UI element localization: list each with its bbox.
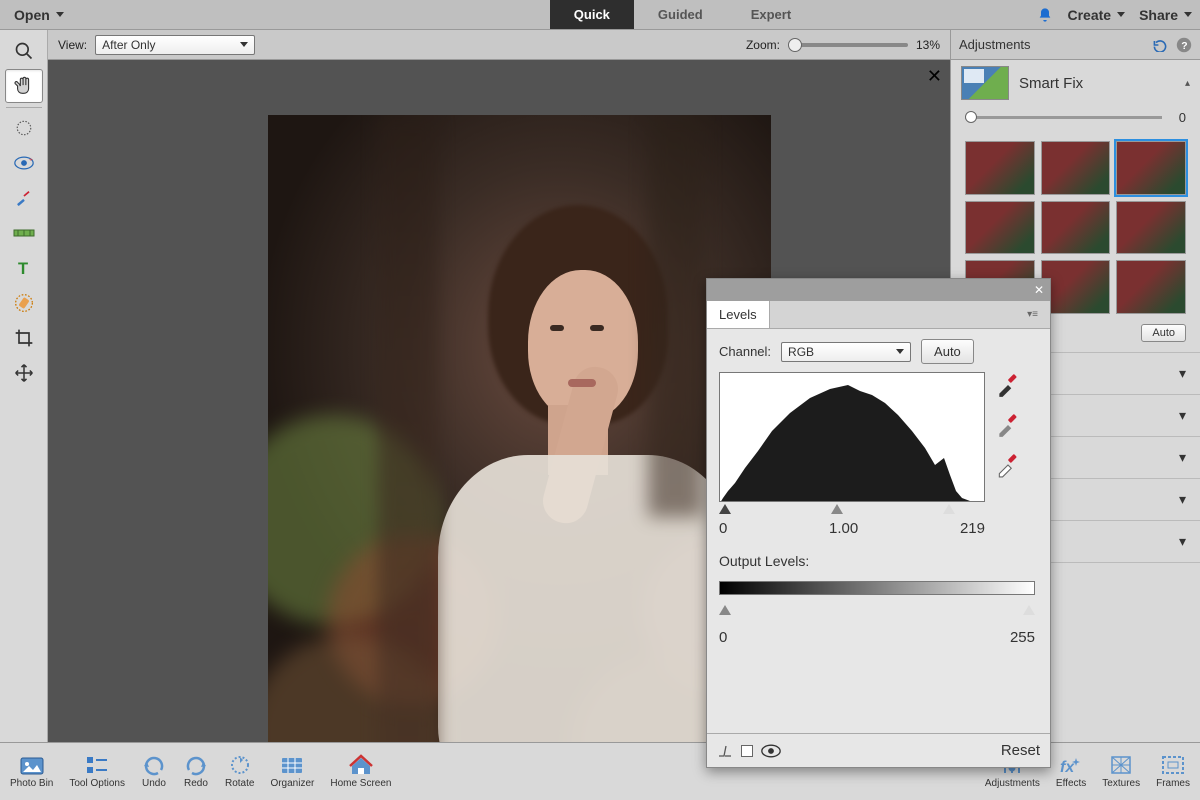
- channel-combo[interactable]: RGB: [781, 342, 911, 362]
- tab-expert[interactable]: Expert: [727, 0, 815, 29]
- top-menubar: Open Quick Guided Expert Create Share: [0, 0, 1200, 30]
- channel-label: Channel:: [719, 344, 771, 359]
- move-tool[interactable]: [5, 356, 43, 390]
- tool-palette: + T: [0, 30, 48, 742]
- smartfix-auto-button[interactable]: Auto: [1141, 324, 1186, 342]
- zoom-slider[interactable]: [788, 43, 908, 47]
- straighten-tool[interactable]: [5, 216, 43, 250]
- preset-thumb[interactable]: [1041, 201, 1111, 255]
- share-button[interactable]: Share: [1139, 7, 1192, 23]
- undo-button[interactable]: Undo: [141, 754, 167, 789]
- histogram: [719, 372, 985, 502]
- preset-thumb[interactable]: [965, 141, 1035, 195]
- view-label: View:: [58, 38, 87, 52]
- whiten-tool[interactable]: [5, 181, 43, 215]
- frames-button[interactable]: Frames: [1156, 754, 1190, 789]
- preset-thumb[interactable]: [965, 201, 1035, 255]
- smartfix-value: 0: [1172, 110, 1186, 125]
- svg-text:fx: fx: [1060, 759, 1075, 776]
- output-gradient: [719, 581, 1035, 595]
- tab-guided[interactable]: Guided: [634, 0, 727, 29]
- eyedropper-gray-icon[interactable]: [995, 412, 1021, 438]
- adjustments-title: Adjustments: [959, 37, 1031, 52]
- tooloptions-button[interactable]: Tool Options: [69, 754, 125, 789]
- reset-button[interactable]: Reset: [1001, 742, 1040, 759]
- photobin-button[interactable]: Photo Bin: [10, 754, 53, 789]
- rotate-button[interactable]: Rotate: [225, 754, 254, 789]
- gamma-handle[interactable]: [831, 504, 843, 514]
- homescreen-button[interactable]: Home Screen: [330, 754, 391, 789]
- black-point-handle[interactable]: [719, 504, 731, 514]
- eye-icon[interactable]: [761, 744, 781, 758]
- input-black-value[interactable]: 0: [719, 520, 727, 537]
- chevron-up-icon: ▴: [1185, 78, 1190, 89]
- redo-button[interactable]: Redo: [183, 754, 209, 789]
- textures-button[interactable]: Textures: [1102, 754, 1140, 789]
- options-bar: View: After Only Zoom: 13%: [48, 30, 950, 60]
- close-icon[interactable]: ✕: [927, 66, 942, 87]
- eyedropper-white-icon[interactable]: [995, 452, 1021, 478]
- chevron-down-icon: [240, 42, 248, 47]
- input-gamma-value[interactable]: 1.00: [829, 520, 858, 537]
- spot-heal-tool[interactable]: [5, 286, 43, 320]
- help-icon[interactable]: ?: [1176, 37, 1192, 53]
- type-tool[interactable]: T: [5, 251, 43, 285]
- svg-text:?: ?: [1181, 41, 1187, 52]
- output-black-handle[interactable]: [719, 605, 731, 615]
- close-icon[interactable]: ✕: [1034, 283, 1044, 297]
- preset-thumb[interactable]: [1116, 201, 1186, 255]
- svg-text:T: T: [18, 260, 28, 277]
- quick-select-tool[interactable]: [5, 111, 43, 145]
- hand-tool[interactable]: [5, 69, 43, 103]
- preset-thumb[interactable]: [1041, 260, 1111, 314]
- output-black-value[interactable]: 0: [719, 629, 727, 646]
- levels-auto-button[interactable]: Auto: [921, 339, 974, 364]
- photo: [268, 115, 771, 742]
- clip-icon[interactable]: [717, 744, 733, 758]
- levels-dialog[interactable]: ✕ Levels ▾≡ Channel: RGB Auto 0 1.00 219: [706, 278, 1051, 768]
- input-white-value[interactable]: 219: [960, 520, 985, 537]
- eyedropper-black-icon[interactable]: [995, 372, 1021, 398]
- effects-button[interactable]: fxEffects: [1056, 754, 1086, 789]
- bell-icon[interactable]: [1037, 7, 1053, 23]
- smartfix-icon: [961, 66, 1009, 100]
- preset-combo[interactable]: ▾≡: [770, 301, 1050, 328]
- svg-text:+: +: [29, 156, 33, 163]
- chevron-down-icon: [1117, 12, 1125, 17]
- create-button[interactable]: Create: [1067, 7, 1125, 23]
- preset-thumb[interactable]: [1116, 260, 1186, 314]
- output-levels-label: Output Levels:: [719, 553, 1038, 569]
- chevron-down-icon: [1184, 12, 1192, 17]
- smartfix-section-header[interactable]: Smart Fix ▴: [951, 60, 1200, 106]
- open-button[interactable]: Open: [8, 3, 70, 27]
- mode-tabs: Quick Guided Expert: [550, 0, 815, 29]
- preset-thumb[interactable]: [1041, 141, 1111, 195]
- levels-tab[interactable]: Levels: [707, 301, 770, 328]
- output-white-handle[interactable]: [1023, 605, 1035, 615]
- smartfix-slider[interactable]: [965, 116, 1162, 119]
- zoom-label: Zoom:: [746, 38, 780, 52]
- chevron-down-icon: [56, 12, 64, 17]
- view-combo[interactable]: After Only: [95, 35, 255, 55]
- reset-icon[interactable]: [1152, 38, 1168, 52]
- preset-thumb[interactable]: [1116, 141, 1186, 195]
- eye-tool[interactable]: +: [5, 146, 43, 180]
- white-point-handle[interactable]: [943, 504, 955, 514]
- zoom-value: 13%: [916, 38, 940, 52]
- output-white-value[interactable]: 255: [1010, 629, 1035, 646]
- zoom-tool[interactable]: [5, 34, 43, 68]
- crop-tool[interactable]: [5, 321, 43, 355]
- checkbox-icon[interactable]: [741, 745, 753, 757]
- organizer-button[interactable]: Organizer: [270, 754, 314, 789]
- tab-quick[interactable]: Quick: [550, 0, 634, 29]
